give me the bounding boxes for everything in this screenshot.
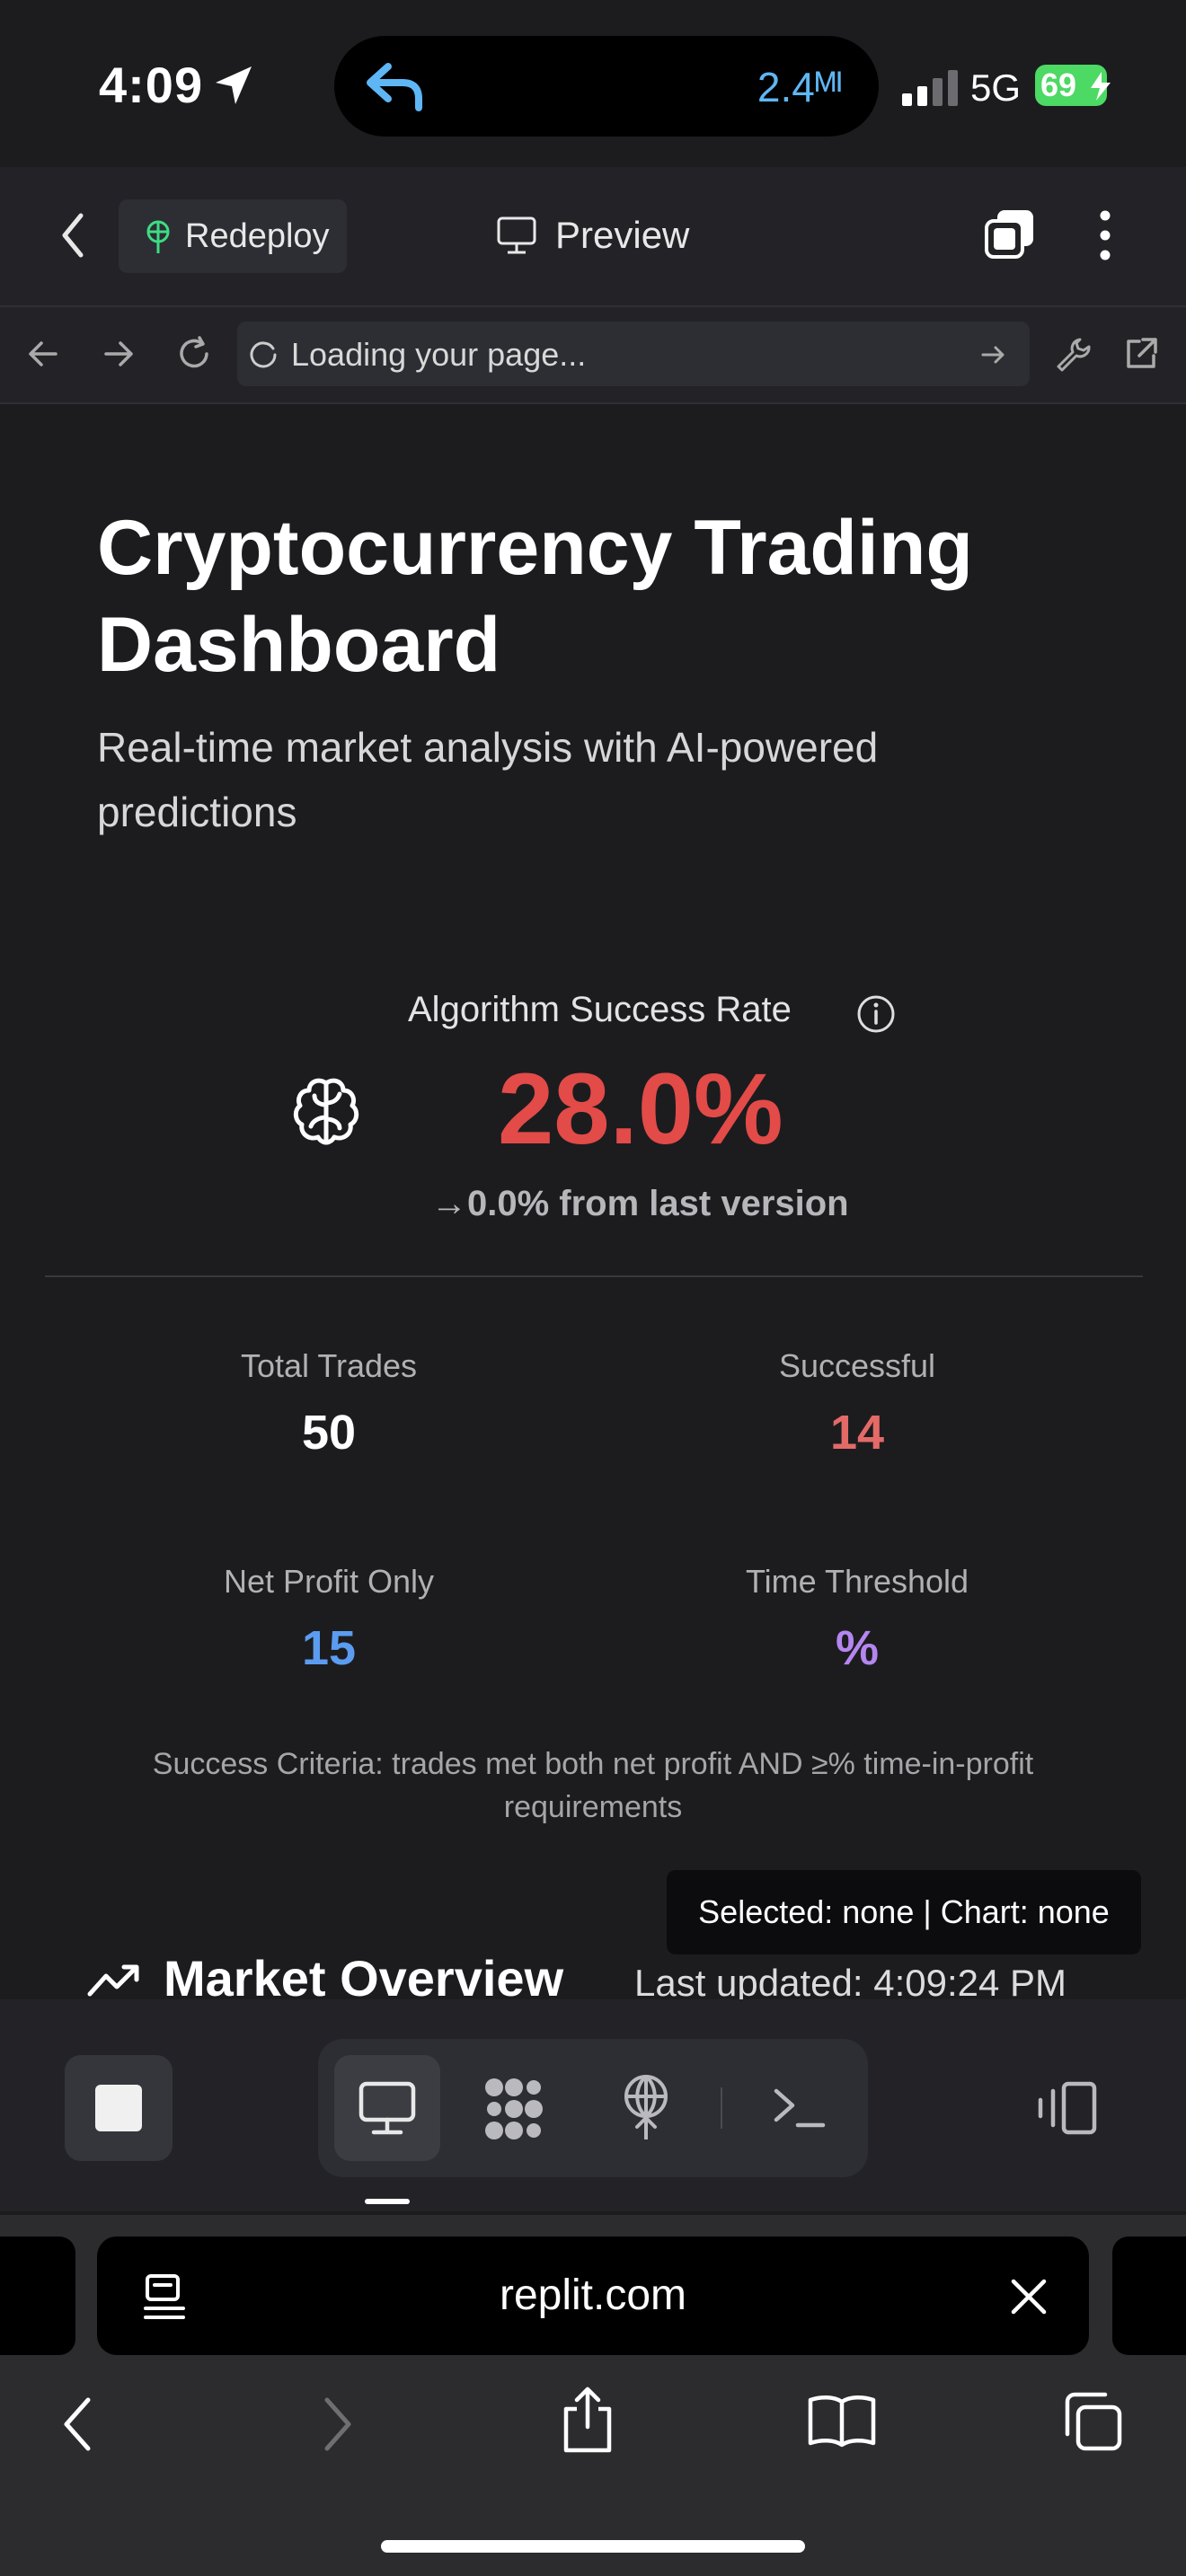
shell-icon[interactable] (771, 2084, 827, 2130)
desktop-preview-icon (358, 2081, 416, 2135)
back-chevron-icon[interactable] (58, 210, 88, 260)
toolbar-separator (721, 2087, 722, 2129)
next-tab-preview[interactable] (1112, 2236, 1186, 2355)
stat-label-total-trades: Total Trades (240, 1347, 418, 1384)
last-updated-text: Last updated: 4:09:24 PM (634, 1962, 1067, 2004)
close-icon[interactable] (1008, 2276, 1049, 2317)
previous-tab-preview[interactable] (0, 2236, 75, 2355)
toolbar-active-indicator (365, 2199, 410, 2204)
page-title: Cryptocurrency Trading Dashboard (97, 505, 973, 688)
open-external-icon[interactable] (1121, 334, 1161, 374)
redeploy-label: Redeploy (185, 217, 330, 255)
home-indicator (381, 2540, 805, 2553)
stat-value-total-trades: 50 (301, 1406, 357, 1460)
stat-label-successful: Successful (778, 1347, 936, 1384)
split-view-icon[interactable] (1035, 2080, 1100, 2136)
navigation-distance: 2.4ᴹᴵ (757, 64, 843, 110)
stop-square-icon (95, 2085, 142, 2131)
reload-icon[interactable] (174, 334, 214, 374)
stat-value-successful: 14 (829, 1406, 885, 1460)
stat-label-time-threshold: Time Threshold (745, 1563, 969, 1600)
back-arrow-icon[interactable] (25, 336, 61, 372)
charging-bolt-icon (1091, 72, 1111, 101)
address-text: replit.com (499, 2272, 687, 2319)
tabs-icon[interactable] (981, 205, 1039, 262)
success-criteria-text: Success Criteria: trades met both net pr… (152, 1747, 1034, 1824)
section-divider (45, 1275, 1143, 1277)
success-rate-value: 28.0% (498, 1053, 783, 1165)
more-options-icon[interactable] (1094, 208, 1116, 262)
deployments-icon[interactable] (618, 2073, 674, 2141)
forward-arrow-icon[interactable] (101, 336, 137, 372)
cellular-signal-icon (902, 70, 958, 106)
preview-tab[interactable]: Preview (555, 214, 689, 257)
stat-label-net-profit: Net Profit Only (223, 1563, 435, 1600)
url-loading-text: Loading your page... (291, 336, 587, 373)
info-icon[interactable] (855, 993, 897, 1035)
page-subtitle: Real-time market analysis with AI-powere… (97, 724, 879, 835)
wrench-icon[interactable] (1053, 334, 1093, 374)
share-icon[interactable] (559, 2384, 616, 2456)
stop-button[interactable] (65, 2055, 173, 2161)
dynamic-island: 2.4ᴹᴵ (334, 36, 879, 137)
brain-icon (293, 1078, 359, 1145)
safari-forward-icon[interactable] (320, 2395, 356, 2454)
agent-icon[interactable] (480, 2075, 548, 2143)
navigation-return-icon (367, 63, 422, 111)
success-rate-label: Algorithm Success Rate (408, 990, 792, 1029)
deploy-icon (146, 220, 170, 253)
loading-spinner-icon (250, 341, 277, 368)
trending-up-icon (87, 1964, 139, 1997)
stat-value-net-profit: 15 (301, 1621, 357, 1675)
location-arrow-icon (216, 66, 252, 104)
tabs-overview-icon[interactable] (1060, 2389, 1125, 2454)
go-arrow-icon[interactable] (979, 343, 1008, 366)
safari-back-icon[interactable] (59, 2395, 95, 2454)
monitor-icon (497, 216, 536, 254)
battery-level: 69 (1040, 66, 1077, 103)
stat-value-time-threshold: % (835, 1621, 879, 1675)
network-type: 5G (970, 66, 1022, 109)
selection-tooltip: Selected: none | Chart: none (667, 1870, 1141, 1954)
status-time: 4:09 (99, 57, 204, 113)
bookmarks-icon[interactable] (807, 2393, 877, 2448)
success-rate-change: →0.0% from last version (431, 1184, 849, 1223)
